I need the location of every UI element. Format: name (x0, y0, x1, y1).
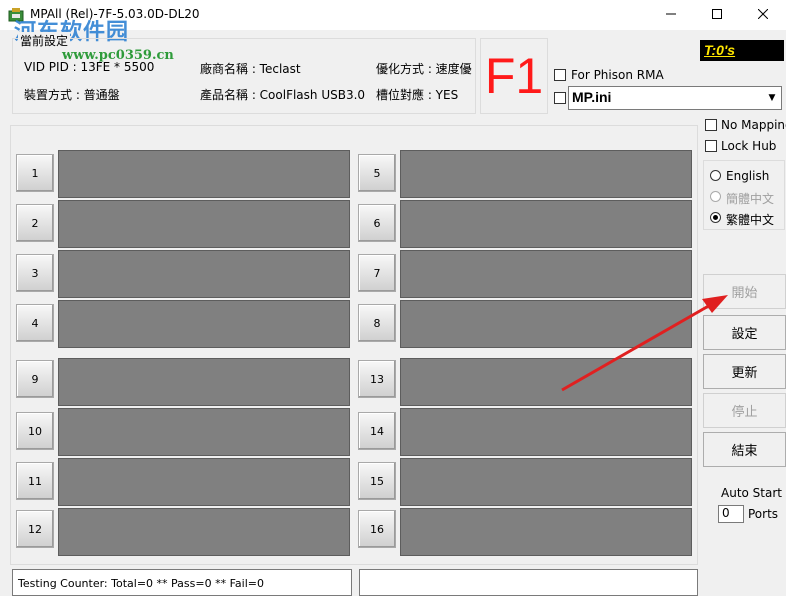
language-label-traditional: 繁體中文 (726, 213, 775, 227)
testing-counter: Testing Counter: Total=0 ** Pass=0 ** Fa… (18, 577, 264, 590)
port-status-bar-14 (400, 408, 692, 456)
lock-hub-label: Lock Hub (721, 139, 777, 153)
phison-rma-label: For Phison RMA (571, 68, 664, 82)
port-button-10[interactable]: 10 (16, 412, 54, 450)
port-button-15[interactable]: 15 (358, 462, 396, 500)
ini-file-value: MP.ini (572, 89, 612, 105)
update-button[interactable]: 更新 (703, 354, 786, 389)
port-status-bar-4 (58, 300, 350, 348)
port-button-8[interactable]: 8 (358, 304, 396, 342)
language-radio-simplified[interactable] (710, 191, 721, 202)
slot-map-info: 槽位對應 : YES (376, 88, 459, 102)
device-mode-info: 裝置方式 : 普通盤 (24, 88, 120, 102)
port-status-bar-2 (58, 200, 350, 248)
port-status-bar-1 (58, 150, 350, 198)
auto-start-input[interactable]: 0 (718, 505, 744, 523)
product-info: 產品名稱 : CoolFlash USB3.0 (200, 88, 366, 102)
settings-button[interactable]: 設定 (703, 315, 786, 350)
port-button-13[interactable]: 13 (358, 360, 396, 398)
phison-rma-checkbox[interactable] (554, 69, 566, 81)
start-button[interactable]: 開始 (703, 274, 786, 309)
port-status-bar-11 (58, 458, 350, 506)
f1-indicator: F1 (480, 38, 548, 114)
port-button-3[interactable]: 3 (16, 254, 54, 292)
language-radio-english[interactable] (710, 170, 721, 181)
end-button[interactable]: 結束 (703, 432, 786, 467)
port-button-11[interactable]: 11 (16, 462, 54, 500)
settings-legend: 當前設定 (18, 32, 71, 49)
minimize-icon (666, 8, 676, 22)
maximize-button[interactable] (694, 0, 740, 30)
port-button-6[interactable]: 6 (358, 204, 396, 242)
no-mapping-label: No Mapping (721, 118, 786, 132)
port-status-bar-13 (400, 358, 692, 406)
close-button[interactable] (740, 0, 786, 30)
port-button-9[interactable]: 9 (16, 360, 54, 398)
language-label-english: English (726, 169, 770, 183)
port-button-1[interactable]: 1 (16, 154, 54, 192)
port-button-7[interactable]: 7 (358, 254, 396, 292)
port-button-2[interactable]: 2 (16, 204, 54, 242)
language-radio-traditional[interactable] (710, 212, 721, 223)
optimize-info: 優化方式 : 速度優 (376, 62, 472, 76)
minimize-button[interactable] (648, 0, 694, 30)
port-status-bar-15 (400, 458, 692, 506)
auto-start-label: Auto Start (721, 486, 782, 500)
port-status-bar-7 (400, 250, 692, 298)
port-button-14[interactable]: 14 (358, 412, 396, 450)
port-button-16[interactable]: 16 (358, 510, 396, 548)
stop-button[interactable]: 停止 (703, 393, 786, 428)
close-icon (757, 8, 769, 22)
maximize-icon (712, 8, 722, 22)
port-button-12[interactable]: 12 (16, 510, 54, 548)
port-status-bar-16 (400, 508, 692, 556)
port-status-bar-9 (58, 358, 350, 406)
status-box (359, 569, 698, 596)
vid-pid-info: VID PID : 13FE * 5500 (24, 60, 155, 74)
port-button-4[interactable]: 4 (16, 304, 54, 342)
timer-text: T:0's (704, 42, 736, 58)
ini-checkbox[interactable] (554, 92, 566, 104)
port-button-5[interactable]: 5 (358, 154, 396, 192)
port-status-bar-10 (58, 408, 350, 456)
lock-hub-checkbox[interactable] (705, 140, 717, 152)
port-status-bar-8 (400, 300, 692, 348)
vendor-info: 廠商名稱 : Teclast (200, 62, 301, 76)
port-status-bar-3 (58, 250, 350, 298)
ports-unit-label: Ports (748, 507, 779, 521)
f1-label: F1 (484, 48, 544, 104)
chevron-down-icon[interactable]: ▼ (764, 88, 780, 108)
port-status-bar-12 (58, 508, 350, 556)
port-status-bar-6 (400, 200, 692, 248)
no-mapping-checkbox[interactable] (705, 119, 717, 131)
language-label-simplified: 簡體中文 (726, 192, 775, 206)
port-status-bar-5 (400, 150, 692, 198)
